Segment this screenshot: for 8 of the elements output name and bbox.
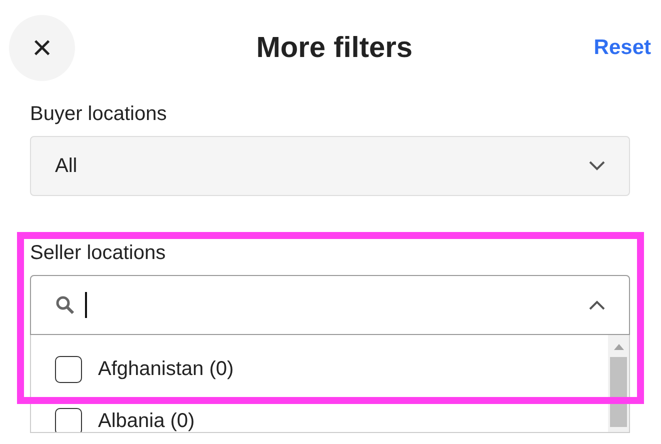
field-label: Seller locations <box>30 241 167 265</box>
option-label: Albania (0) <box>98 409 195 432</box>
buyer-locations-select[interactable]: All <box>30 136 630 196</box>
option-label: Afghanistan (0) <box>98 357 234 382</box>
close-button[interactable]: × <box>9 15 75 81</box>
reset-link[interactable]: Reset <box>594 32 651 64</box>
field-label: Buyer locations <box>30 102 168 126</box>
dialog-title: More filters <box>256 30 413 66</box>
